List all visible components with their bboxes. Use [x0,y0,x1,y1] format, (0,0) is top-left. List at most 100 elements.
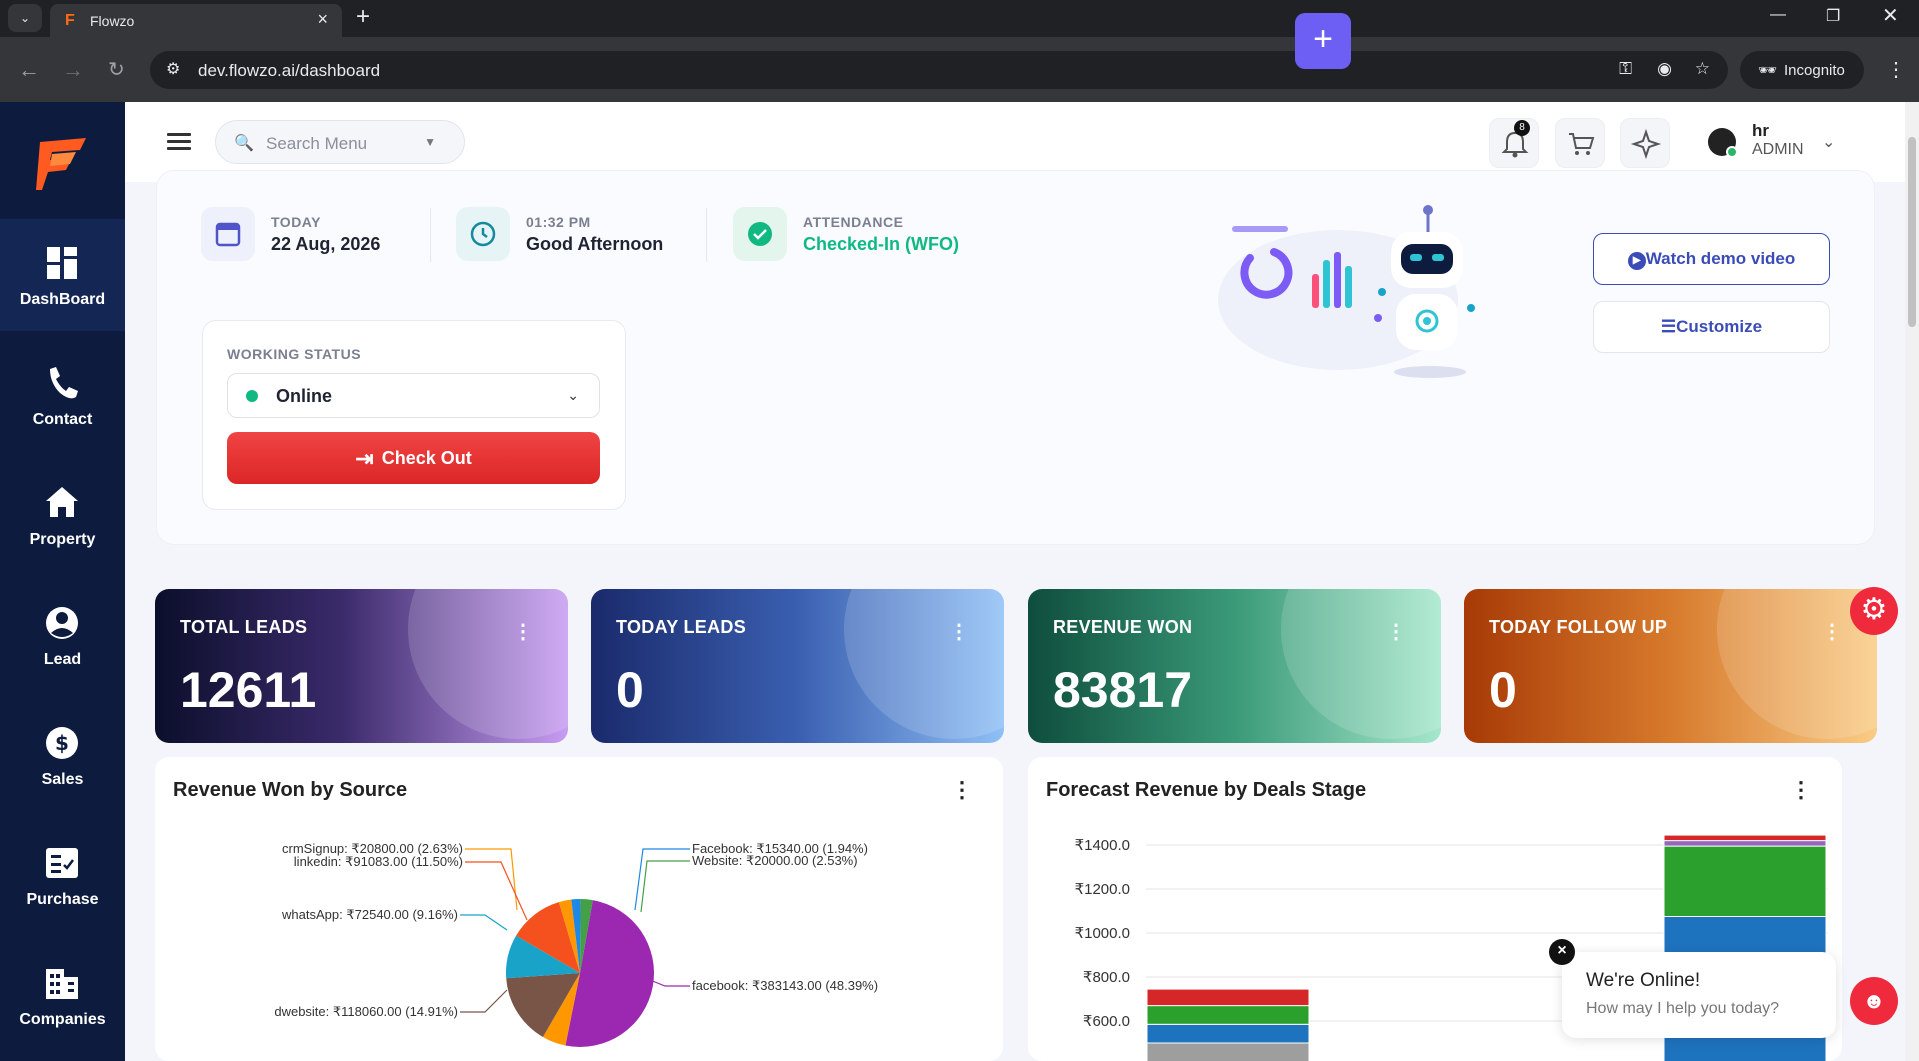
restore-icon[interactable]: ❐ [1826,6,1840,26]
back-icon[interactable]: ← [18,57,40,83]
watch-demo-button[interactable]: ▶ Watch demo video [1593,233,1830,285]
incognito-label: Incognito [1784,62,1845,79]
pie-chart: crmSignup: ₹20800.00 (2.63%)linkedin: ₹9… [274,841,878,1047]
phone-icon [50,367,78,399]
stat-value: 0 [1489,662,1517,718]
cart-button[interactable] [1555,118,1605,168]
user-name[interactable]: hr [1752,121,1769,141]
sparkle-icon [1630,128,1662,160]
browser-menu-icon[interactable]: ⋮ [1886,57,1906,82]
reload-icon[interactable]: ↻ [108,57,125,82]
incognito-icon: 🕶 [1758,62,1778,79]
bar-segment[interactable] [1146,1005,1310,1025]
decorative-circle [844,589,1004,739]
close-window-icon[interactable]: ✕ [1882,3,1899,28]
chat-close-icon[interactable]: × [1549,939,1575,965]
decorative-circle [408,589,568,739]
site-info-icon[interactable]: ⚙ [166,59,180,79]
url-field[interactable]: ⚙ dev.flowzo.ai/dashboard ⚿ ◉ ☆ [150,51,1728,89]
pie-label: whatsApp: ₹72540.00 (9.16%) [281,907,458,922]
more-options-icon[interactable]: ⋮ [1790,777,1812,803]
today-label: TODAY [271,214,321,230]
minimize-icon[interactable]: — [1770,6,1786,24]
forward-icon[interactable]: → [62,57,84,83]
password-key-icon[interactable]: ⚿ [1619,59,1632,79]
flowzo-logo [36,138,86,190]
quick-add-button[interactable]: + [1295,13,1351,69]
chat-popup[interactable]: We're Online! How may I help you today? [1562,952,1836,1038]
cart-icon [1569,133,1595,155]
pie-label: facebook: ₹383143.00 (48.39%) [692,978,878,993]
more-options-icon[interactable]: ⋮ [949,619,969,644]
scrollbar-thumb[interactable] [1908,137,1916,327]
page-scrollbar[interactable] [1905,102,1919,1061]
browser-tab[interactable]: F Flowzo × [50,4,342,37]
user-menu-chevron-icon[interactable]: ⌄ [1822,132,1835,152]
customize-button[interactable]: ☰Customize [1593,301,1830,353]
play-circle-icon: ▶ [1627,252,1646,270]
chevron-down-icon: ⌄ [567,387,579,403]
more-options-icon[interactable]: ⋮ [1386,619,1406,644]
sidebar-item-companies[interactable]: Companies [0,939,125,1051]
close-tab-icon[interactable]: × [317,9,328,30]
divider [706,208,707,262]
logout-icon: ⇥ [355,446,374,471]
bar-segment[interactable] [1663,834,1827,842]
sidebar-item-label: DashBoard [19,291,106,308]
chevron-down-icon: ▼ [424,135,436,149]
bar-segment[interactable] [1146,1042,1310,1061]
hamburger-menu-icon[interactable] [167,133,191,151]
sidebar-item-purchase[interactable]: Purchase [0,819,125,931]
tab-search-button[interactable]: ⌄ [8,4,42,32]
leader-line [634,848,690,911]
search-icon: 🔍 [234,135,254,152]
bar-segment[interactable] [1663,840,1827,847]
ai-sparkle-button[interactable] [1620,118,1670,168]
bar-segment[interactable] [1146,1023,1310,1044]
more-options-icon[interactable]: ⋮ [513,619,533,644]
search-placeholder: Search Menu [266,134,368,153]
pie-label: Website: ₹20000.00 (2.53%) [692,853,858,868]
attendance-status: Checked-In (WFO) [803,234,959,254]
pie-label: linkedin: ₹91083.00 (11.50%) [294,854,463,869]
sidebar-item-label: Contact [32,411,93,428]
incognito-indicator[interactable]: 🕶 Incognito [1740,51,1864,89]
sidebar-item-label: Property [29,531,96,548]
stat-card-today-follow-up[interactable]: TODAY FOLLOW UP 0 ⋮ [1464,589,1877,743]
search-menu-input[interactable]: 🔍 Search Menu ▼ [215,120,465,164]
more-options-icon[interactable]: ⋮ [1822,619,1842,644]
stat-card-revenue-won[interactable]: REVENUE WON 83817 ⋮ [1028,589,1441,743]
stat-value: 12611 [180,662,317,718]
stat-value: 0 [616,662,644,718]
today-date: 22 Aug, 2026 [271,234,381,254]
sidebar-item-contact[interactable]: Contact [0,339,125,451]
check-out-button[interactable]: ⇥ Check Out [227,432,600,484]
check-icon-box [733,207,787,261]
settings-gear-button[interactable]: ⚙ [1850,587,1898,635]
sidebar-item-sales[interactable]: $ Sales [0,699,125,811]
working-status-value: Online [276,386,333,406]
stat-card-today-leads[interactable]: TODAY LEADS 0 ⋮ [591,589,1004,743]
new-tab-icon[interactable]: + [356,3,370,31]
clock-icon [470,221,496,247]
bar-segment[interactable] [1663,845,1827,918]
sidebar-item-dashboard[interactable]: DashBoard [0,219,125,331]
chart-title: Revenue Won by Source [173,779,408,801]
greeting-text: Good Afternoon [526,234,664,254]
working-status-select[interactable]: Online ⌄ [227,373,600,418]
bookmark-star-icon[interactable]: ☆ [1695,59,1710,79]
sidebar-item-lead[interactable]: Lead [0,579,125,691]
chatbot-launcher-button[interactable]: ☻ [1850,977,1898,1025]
more-options-icon[interactable]: ⋮ [951,777,973,803]
sidebar-item-property[interactable]: Property [0,459,125,571]
y-tick-label: ₹600.0 [1083,1013,1130,1030]
eye-off-icon[interactable]: ◉ [1657,59,1672,79]
leader-line [649,979,690,987]
watch-demo-label: Watch demo video [1645,249,1796,268]
avatar[interactable] [1708,128,1738,158]
pie-label: dwebsite: ₹118060.00 (14.91%) [274,1004,458,1019]
stat-card-total-leads[interactable]: TOTAL LEADS 12611 ⋮ [155,589,568,743]
bar-segment[interactable] [1146,988,1310,1007]
browser-tab-bar: ⌄ F Flowzo × + — ❐ ✕ [0,0,1919,37]
user-circle-icon [46,607,78,639]
